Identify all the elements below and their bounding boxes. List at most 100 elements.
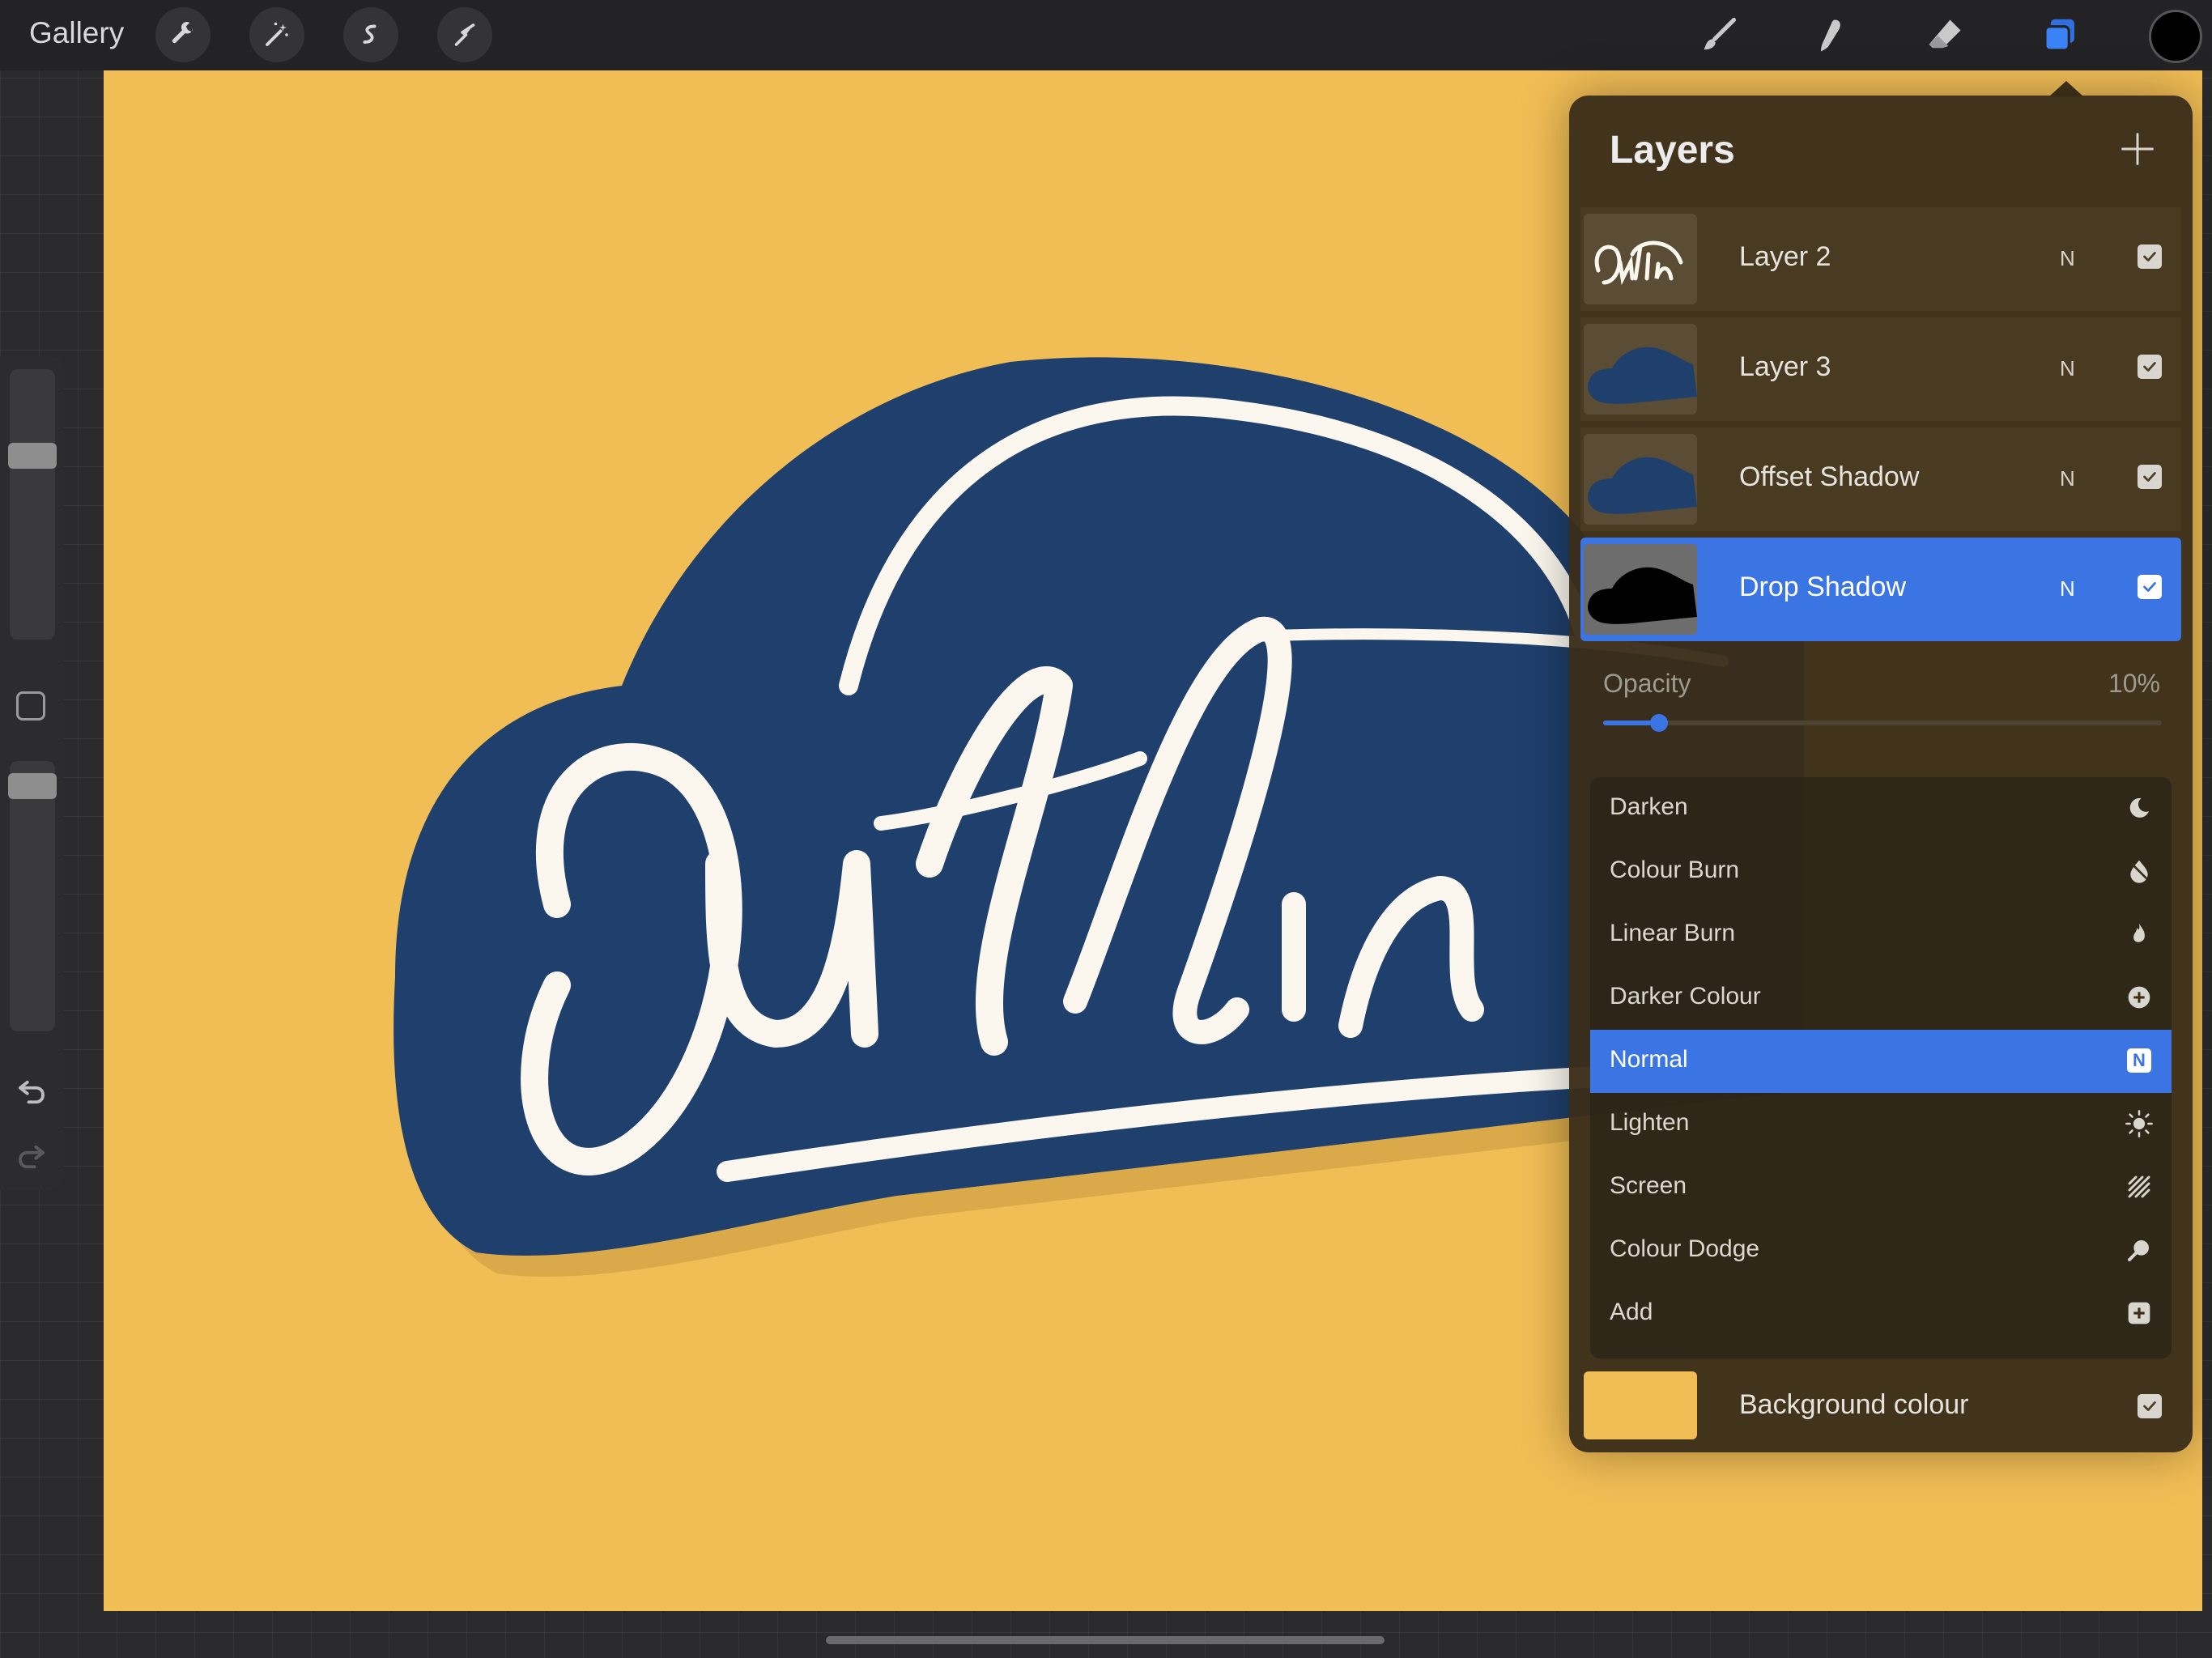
sun-icon xyxy=(2125,1109,2154,1138)
redo-button[interactable] xyxy=(15,1140,49,1178)
gallery-button[interactable]: Gallery xyxy=(29,16,124,50)
blend-mode-label: Normal xyxy=(1610,1046,1688,1073)
dodge-icon xyxy=(2125,1235,2154,1265)
layers-button[interactable] xyxy=(2034,10,2086,62)
redo-icon xyxy=(19,1145,45,1169)
blue-shape-thumb-icon xyxy=(1588,457,1697,514)
lettering-thumb-icon xyxy=(1594,240,1683,286)
layer-thumbnail xyxy=(1584,214,1697,304)
home-indicator[interactable] xyxy=(826,1636,1385,1644)
blend-mode-label: Darken xyxy=(1610,793,1688,820)
blend-mode-list: Darken Colour Burn Linear Burn Darker Co… xyxy=(1590,777,2172,1358)
moon-icon xyxy=(2125,793,2154,823)
undo-button[interactable] xyxy=(15,1075,49,1113)
selection-button[interactable] xyxy=(343,7,398,62)
blend-mode-colour-burn[interactable]: Colour Burn xyxy=(1590,840,2172,903)
background-colour-label: Background colour xyxy=(1739,1389,1969,1420)
actions-button[interactable] xyxy=(155,7,211,62)
checkmark-icon xyxy=(2143,582,2156,592)
background-visibility-checkbox[interactable] xyxy=(2138,1394,2162,1418)
opacity-value: 10% xyxy=(2108,669,2160,698)
plus-square-icon xyxy=(2125,1299,2154,1328)
layer-row-offset-shadow[interactable]: Offset Shadow N xyxy=(1580,427,2181,531)
plus-circle-icon xyxy=(2125,983,2154,1012)
layer-thumbnail xyxy=(1584,324,1697,414)
color-picker-button[interactable] xyxy=(2149,10,2202,63)
blend-mode-add[interactable]: Add xyxy=(1590,1282,2172,1346)
background-colour-swatch[interactable] xyxy=(1584,1371,1697,1439)
layer-blend-mode[interactable]: N xyxy=(2060,466,2075,491)
layers-title: Layers xyxy=(1610,129,1735,172)
adjustments-button[interactable] xyxy=(249,7,304,62)
blend-mode-label: Colour Dodge xyxy=(1610,1235,1760,1262)
add-layer-button[interactable] xyxy=(2120,131,2155,167)
layer-row-drop-shadow[interactable]: Drop Shadow N xyxy=(1580,538,2181,641)
blend-mode-label: Darker Colour xyxy=(1610,983,1761,1010)
blend-mode-linear-burn[interactable]: Linear Burn xyxy=(1590,903,2172,967)
opacity-label: Opacity xyxy=(1603,669,1691,698)
layer-thumbnail xyxy=(1584,434,1697,525)
layer-visibility-checkbox[interactable] xyxy=(2138,355,2162,379)
top-toolbar: Gallery xyxy=(0,0,2212,70)
layers-icon xyxy=(2044,19,2074,52)
blend-mode-label: Screen xyxy=(1610,1172,1687,1199)
blend-mode-label: Add xyxy=(1610,1299,1653,1325)
blend-mode-label: Lighten xyxy=(1610,1109,1690,1136)
brush-opacity-thumb[interactable] xyxy=(8,773,57,800)
layer-row-layer-2[interactable]: Layer 2 N xyxy=(1580,207,2181,311)
blend-mode-label: Linear Burn xyxy=(1610,920,1736,946)
wrench-icon xyxy=(172,21,194,44)
layer-visibility-checkbox[interactable] xyxy=(2138,465,2162,489)
square-modify-icon[interactable] xyxy=(16,691,45,721)
checkmark-icon xyxy=(2143,472,2156,482)
layer-row-layer-3[interactable]: Layer 3 N xyxy=(1580,317,2181,421)
blend-mode-label: Colour Burn xyxy=(1610,857,1740,883)
blend-mode-darken[interactable]: Darken xyxy=(1590,777,2172,840)
hatch-icon xyxy=(2125,1172,2154,1201)
transform-arrow-icon xyxy=(454,23,475,46)
blend-mode-darker-colour[interactable]: Darker Colour xyxy=(1590,967,2172,1030)
eraser-icon xyxy=(1929,19,1961,49)
layer-visibility-checkbox[interactable] xyxy=(2138,575,2162,599)
checkmark-icon xyxy=(2143,252,2156,261)
brush-size-slider[interactable] xyxy=(8,369,57,640)
magic-wand-icon xyxy=(266,22,288,46)
layer-visibility-checkbox[interactable] xyxy=(2138,244,2162,269)
burn-icon xyxy=(2125,857,2154,886)
layer-thumbnail xyxy=(1584,544,1697,635)
flame-icon xyxy=(2125,920,2154,949)
left-sidebar xyxy=(0,356,63,1190)
brush-icon xyxy=(1704,17,1737,50)
layer-blend-mode[interactable]: N xyxy=(2060,356,2075,381)
blend-mode-colour-dodge[interactable]: Colour Dodge xyxy=(1590,1219,2172,1282)
blue-shape-thumb-icon xyxy=(1588,346,1697,404)
brush-button[interactable] xyxy=(1692,10,1744,62)
layer-name: Layer 3 xyxy=(1739,351,1831,382)
smudge-icon xyxy=(1821,19,1840,52)
layers-panel: Layers Layer 2 N Layer 3 N Offset Shadow… xyxy=(1569,96,2193,1452)
layer-blend-mode[interactable]: N xyxy=(2060,576,2075,602)
blend-mode-lighten[interactable]: Lighten xyxy=(1590,1093,2172,1156)
brush-size-thumb[interactable] xyxy=(8,442,57,469)
n-badge-text: N xyxy=(2127,1048,2151,1073)
opacity-slider[interactable] xyxy=(1603,714,2162,732)
eraser-button[interactable] xyxy=(1919,10,1971,62)
opacity-slider-knob[interactable] xyxy=(1650,714,1668,732)
checkmark-icon xyxy=(2143,1401,2156,1411)
smudge-button[interactable] xyxy=(1806,10,1857,62)
layer-blend-mode[interactable]: N xyxy=(2060,246,2075,271)
panel-pointer xyxy=(2048,81,2084,97)
layer-name: Drop Shadow xyxy=(1739,572,1907,602)
n-badge-icon: N xyxy=(2125,1046,2154,1075)
brush-opacity-slider[interactable] xyxy=(8,761,57,1031)
blend-mode-normal[interactable]: Normal N xyxy=(1590,1030,2172,1093)
checkmark-icon xyxy=(2143,362,2156,372)
blend-mode-screen[interactable]: Screen xyxy=(1590,1156,2172,1219)
undo-icon xyxy=(19,1080,45,1104)
layer-name: Offset Shadow xyxy=(1739,461,1920,492)
background-colour-row[interactable]: Background colour xyxy=(1580,1365,2181,1446)
plus-icon xyxy=(2121,133,2154,165)
selection-icon xyxy=(363,24,376,44)
transform-button[interactable] xyxy=(437,7,492,62)
layer-name: Layer 2 xyxy=(1739,241,1831,272)
